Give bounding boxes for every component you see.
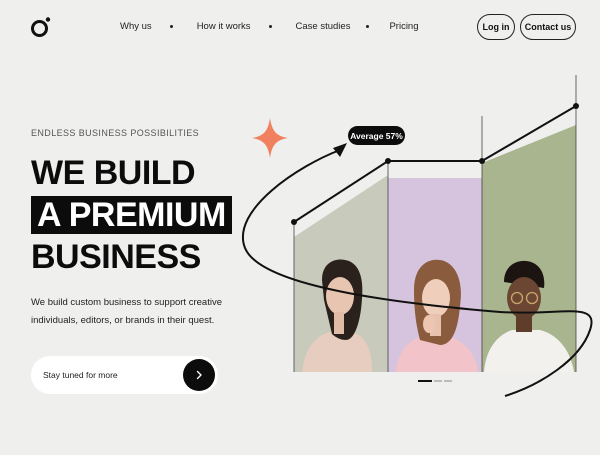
swoop-arrowhead — [333, 143, 347, 157]
person-photo-1 — [302, 259, 372, 372]
main-nav: Why us How it works Case studies Pricing — [120, 21, 419, 32]
swoop-curve — [241, 149, 593, 397]
subscribe-submit-button[interactable] — [183, 359, 215, 391]
subscribe-form — [31, 356, 218, 394]
nav-link-how-it-works[interactable]: How it works — [197, 21, 251, 32]
subscribe-input[interactable] — [43, 370, 183, 380]
person-photo-3 — [484, 260, 574, 372]
average-badge: Average 57% — [348, 126, 405, 145]
nav-separator — [366, 25, 370, 28]
hero-heading-highlight: A PREMIUM — [31, 196, 232, 234]
nav-link-why-us[interactable]: Why us — [120, 21, 152, 32]
person-photo-2 — [396, 259, 478, 372]
nav-separator — [268, 25, 272, 28]
contact-button[interactable]: Contact us — [520, 14, 576, 40]
hero-eyebrow: ENDLESS BUSINESS POSSIBILITIES — [31, 128, 200, 138]
slider-dot[interactable] — [444, 380, 452, 382]
star-icon — [252, 118, 288, 158]
hero-heading-line-1: WE BUILD — [31, 154, 196, 192]
hero-description: We build custom business to support crea… — [31, 297, 222, 326]
hero-heading-line-2: A PREMIUM — [37, 196, 226, 234]
nav-separator — [169, 25, 173, 28]
hero-heading-line-3: BUSINESS — [31, 238, 201, 276]
nav-link-pricing[interactable]: Pricing — [389, 21, 418, 32]
panel-lilac — [388, 178, 482, 372]
arrow-right-icon — [196, 370, 202, 380]
slider-dot-active[interactable] — [418, 380, 432, 382]
panel-olive — [482, 125, 576, 372]
panel-sage — [294, 175, 388, 372]
nav-link-case-studies[interactable]: Case studies — [296, 21, 351, 32]
login-button[interactable]: Log in — [477, 14, 515, 40]
slider-dot[interactable] — [434, 380, 442, 382]
logo-icon[interactable] — [30, 16, 52, 38]
